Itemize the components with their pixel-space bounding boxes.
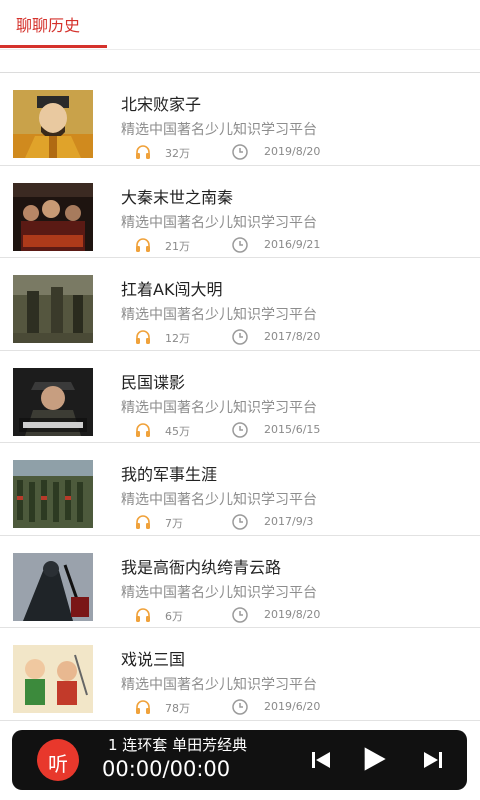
- list-item[interactable]: 扛着AK闯大明 精选中国著名少儿知识学习平台 12万 2017/8/20: [0, 258, 480, 351]
- item-meta: 32万 2019/8/20: [0, 143, 480, 161]
- item-date: 2015/6/15: [264, 422, 321, 436]
- item-date: 2017/8/20: [264, 330, 321, 343]
- headphone-icon: [134, 513, 152, 531]
- item-title: 我的军事生涯: [121, 465, 218, 484]
- item-date: 2019/6/20: [264, 700, 321, 713]
- list-item[interactable]: 我的军事生涯 精选中国著名少儿知识学习平台 7万 2017/9/3: [0, 443, 480, 536]
- clock-icon: [231, 606, 249, 624]
- headphone-icon: [134, 236, 152, 254]
- item-meta: 6万 2019/8/20: [0, 606, 480, 624]
- item-meta: 21万 2016/9/21: [0, 236, 480, 254]
- now-playing-title: 1 连环套 单田芳经典: [108, 736, 248, 754]
- clock-icon: [231, 236, 249, 254]
- clock-icon: [231, 513, 249, 531]
- item-meta: 45万 2015/6/15: [0, 421, 480, 439]
- item-title: 北宋败家子: [121, 95, 202, 114]
- tab-bar: 聊聊历史: [0, 0, 480, 50]
- headphone-icon: [134, 698, 152, 716]
- headphone-icon: [134, 143, 152, 161]
- play-count: 7万: [165, 517, 183, 530]
- item-meta: 12万 2017/8/20: [0, 328, 480, 346]
- list-item[interactable]: 我是高衙内纨绔青云路 精选中国著名少儿知识学习平台 6万 2019/8/20: [0, 535, 480, 628]
- item-subtitle: 精选中国著名少儿知识学习平台: [121, 122, 317, 138]
- list-item[interactable]: 大秦末世之南秦 精选中国著名少儿知识学习平台 21万 2016/9/21: [0, 165, 480, 258]
- play-count: 32万: [165, 147, 190, 160]
- item-title: 我是高衙内纨绔青云路: [121, 557, 282, 577]
- item-date: 2019/8/20: [264, 607, 321, 621]
- play-icon[interactable]: [360, 745, 388, 773]
- item-title: 戏说三国: [121, 650, 186, 669]
- item-subtitle: 精选中国著名少儿知识学习平台: [121, 399, 317, 416]
- clock-icon: [231, 421, 249, 439]
- play-count: 6万: [165, 609, 183, 623]
- play-count: 78万: [165, 702, 190, 715]
- mini-player[interactable]: 听 1 连环套 单田芳经典 00:00/00:00: [12, 730, 467, 790]
- list-item[interactable]: 北宋败家子 精选中国著名少儿知识学习平台 32万 2019/8/20: [0, 73, 480, 166]
- headphone-icon: [134, 606, 152, 624]
- item-date: 2016/9/21: [264, 237, 321, 251]
- list-item[interactable]: 戏说三国 精选中国著名少儿知识学习平台 78万 2019/6/20: [0, 628, 480, 721]
- previous-icon[interactable]: [309, 748, 333, 772]
- item-subtitle: 精选中国著名少儿知识学习平台: [121, 492, 317, 508]
- play-count: 45万: [165, 424, 190, 438]
- item-subtitle: 精选中国著名少儿知识学习平台: [121, 584, 317, 601]
- clock-icon: [231, 698, 249, 716]
- item-title: 扛着AK闯大明: [121, 280, 223, 299]
- headphone-icon: [134, 328, 152, 346]
- list-item[interactable]: 民国谍影 精选中国著名少儿知识学习平台 45万 2015/6/15: [0, 350, 480, 443]
- item-meta: 78万 2019/6/20: [0, 698, 480, 716]
- item-subtitle: 精选中国著名少儿知识学习平台: [121, 307, 317, 323]
- logo-text: 听: [48, 752, 68, 776]
- play-count: 21万: [165, 239, 190, 253]
- item-date: 2019/8/20: [264, 145, 321, 158]
- clock-icon: [231, 328, 249, 346]
- item-title: 民国谍影: [121, 372, 186, 392]
- history-list: 北宋败家子 精选中国著名少儿知识学习平台 32万 2019/8/20 大秦末世之…: [0, 73, 480, 721]
- tab-label: 聊聊历史: [16, 16, 81, 35]
- tab-history[interactable]: 聊聊历史: [0, 0, 107, 50]
- tab-active-indicator: [0, 45, 107, 48]
- item-title: 大秦末世之南秦: [121, 187, 234, 207]
- headphone-icon: [134, 421, 152, 439]
- item-subtitle: 精选中国著名少儿知识学习平台: [121, 214, 317, 231]
- item-date: 2017/9/3: [264, 515, 314, 528]
- item-meta: 7万 2017/9/3: [0, 513, 480, 531]
- next-icon[interactable]: [421, 748, 445, 772]
- item-subtitle: 精选中国著名少儿知识学习平台: [121, 677, 317, 693]
- play-count: 12万: [165, 332, 190, 345]
- clock-icon: [231, 143, 249, 161]
- playback-time: 00:00/00:00: [102, 757, 231, 781]
- app-logo: 听: [37, 739, 79, 781]
